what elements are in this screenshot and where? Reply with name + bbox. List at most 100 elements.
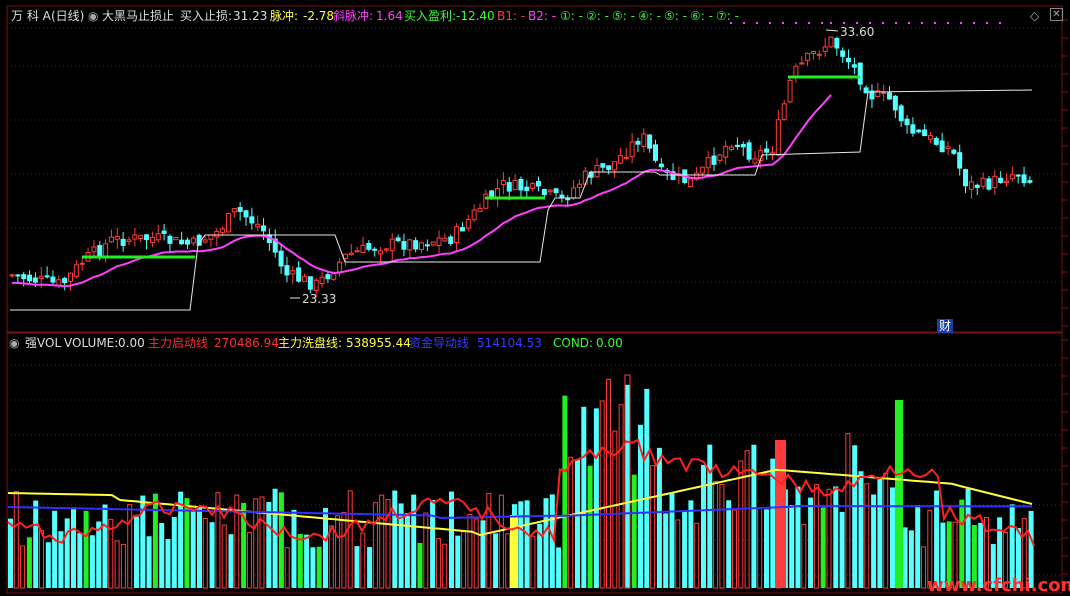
marker-3: ⑤: - [612, 9, 635, 23]
candle-body [945, 146, 951, 150]
volume-bar-signal-tall [895, 400, 903, 588]
signal-dot [921, 22, 923, 24]
candle-body [857, 62, 863, 85]
volume-bar-down [291, 509, 297, 588]
signal-dot [843, 22, 845, 24]
candle-body [530, 182, 536, 189]
volume-bar-up [435, 538, 441, 589]
volume-bar-down [795, 486, 801, 588]
signal-dot [908, 22, 910, 24]
candlestick-series[interactable] [9, 36, 1033, 298]
candle-body [372, 248, 378, 251]
candle-body [126, 239, 132, 243]
candle-body [536, 180, 541, 187]
candle-body [612, 161, 618, 171]
candle-body [799, 62, 805, 65]
candle-body [407, 239, 413, 251]
candle-body [606, 165, 612, 170]
cond-label: COND: [553, 336, 594, 350]
candle-body [436, 237, 442, 246]
signal-dot [756, 22, 758, 24]
volume-bar-up [738, 460, 744, 589]
volume-bar-signal [152, 493, 158, 588]
candle-body [851, 64, 857, 68]
volume-bar-up [883, 472, 889, 589]
volume-bar-up [13, 490, 19, 589]
candle-body [553, 188, 559, 194]
volume-indicator-menu-icon[interactable]: ◉ [9, 336, 19, 350]
volume-bar-up [505, 533, 511, 589]
volume-bar-down [934, 490, 940, 588]
candle-body [68, 272, 73, 282]
finance-tag[interactable]: 财 [937, 319, 954, 333]
volume-bar-down [354, 546, 360, 588]
volume-bar-up [719, 483, 725, 589]
volume-bar-down [449, 491, 454, 588]
buy-stop-value: 31.23 [233, 9, 268, 23]
candle-body [518, 178, 524, 191]
candle-body [887, 92, 892, 100]
volume-bar-up [246, 531, 252, 589]
volume-bar-signal [417, 542, 423, 588]
candle-body [167, 235, 173, 244]
stock-chart[interactable] [0, 0, 1070, 595]
volume-bar-up [530, 535, 536, 589]
volume-bar-down [493, 533, 499, 588]
candle-body [419, 242, 424, 250]
candle-body [781, 103, 787, 120]
volume-bar-down [190, 511, 196, 588]
candle-body [220, 228, 226, 234]
candle-body [957, 152, 963, 169]
marker-2: ②: - [586, 9, 609, 23]
candle-body [629, 141, 635, 157]
candle-body [541, 189, 547, 196]
candle-body [155, 233, 161, 241]
volume-bar-up [114, 540, 120, 589]
volume-bar-up [826, 488, 832, 589]
watermark: www.cfchi.com [927, 575, 1070, 596]
volume-bar-down [656, 447, 662, 588]
indicator-menu-icon[interactable]: ◉ [88, 9, 98, 23]
candle-body [185, 239, 190, 245]
candle-body [442, 237, 448, 242]
candle-body [44, 275, 50, 278]
volume-bar-down [593, 408, 599, 588]
candle-body [594, 164, 600, 178]
candle-body [366, 242, 372, 250]
candle-body [500, 180, 506, 186]
candle-body [524, 186, 530, 191]
volume-bar-up [675, 519, 681, 589]
volume-bar-down [77, 533, 83, 588]
candle-body [723, 145, 729, 158]
volume-bar-down [890, 487, 895, 588]
b2-marker: B2: - [528, 9, 557, 23]
signal-dot [895, 22, 897, 24]
volume-label: VOLUME: [64, 336, 119, 350]
volume-bar-down [134, 516, 139, 588]
volume-bar-down [669, 492, 675, 588]
volume-bar-down [272, 488, 278, 588]
candle-body [62, 277, 68, 284]
volume-bar-signal [83, 510, 89, 588]
volume-bar-down [89, 535, 95, 588]
volume-bars[interactable] [8, 374, 1034, 589]
diamond-icon[interactable]: ◇ [1030, 9, 1039, 23]
volume-bar-down [871, 494, 877, 588]
volume-bar-down [197, 506, 202, 588]
volume-bar-down [392, 490, 398, 588]
volume-bar-down [808, 497, 814, 588]
volume-bar-up [732, 509, 737, 589]
candle-body [968, 181, 974, 190]
volume-bar-down [518, 501, 524, 588]
candle-body [313, 279, 319, 291]
candle-body [114, 236, 120, 240]
volume-bar-signal [184, 498, 190, 588]
candle-body [892, 95, 898, 111]
close-icon[interactable]: ✕ [1050, 8, 1063, 21]
volume-bar-down [852, 445, 858, 588]
candle-body [202, 239, 208, 243]
indicator-name: 大黑马止损止 [102, 9, 175, 23]
volume-bar-down [726, 500, 732, 588]
candle-body [97, 245, 103, 256]
volume-bar-down [908, 530, 914, 588]
